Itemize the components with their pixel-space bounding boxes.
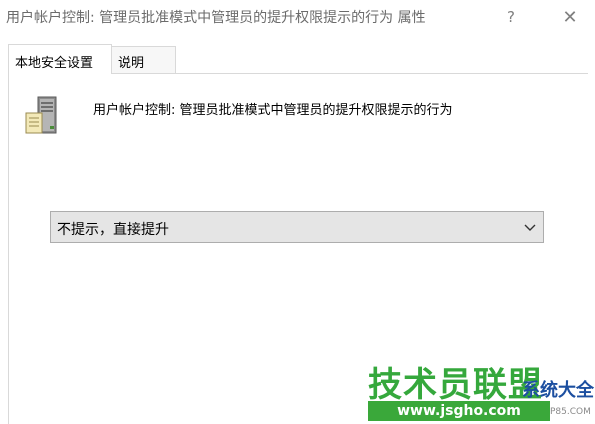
window-title: 用户帐户控制: 管理员批准模式中管理员的提升权限提示的行为 属性 — [6, 10, 426, 26]
title-bar: 用户帐户控制: 管理员批准模式中管理员的提升权限提示的行为 属性 ? ✕ — [0, 0, 595, 34]
tab-local-security-setting[interactable]: 本地安全设置 — [8, 44, 112, 74]
help-button[interactable]: ? — [496, 4, 526, 30]
tab-explain[interactable]: 说明 — [112, 46, 176, 74]
watermark-title: 技术员联盟 — [368, 365, 543, 405]
setting-dropdown[interactable]: 不提示，直接提升 — [50, 211, 544, 243]
watermark-url: www.jsgho.com — [368, 401, 550, 421]
policy-name: 用户帐户控制: 管理员批准模式中管理员的提升权限提示的行为 — [93, 103, 453, 118]
watermark: 技术员联盟 系统大全 www.jsgho.com P85.COM — [362, 357, 595, 424]
watermark-small-text: P85.COM — [550, 407, 591, 417]
chevron-down-icon — [524, 224, 536, 231]
server-icon — [25, 96, 57, 134]
watermark-side-text: 系统大全 — [522, 380, 594, 401]
close-button[interactable]: ✕ — [555, 4, 585, 30]
dropdown-selected-value: 不提示，直接提升 — [57, 222, 169, 238]
